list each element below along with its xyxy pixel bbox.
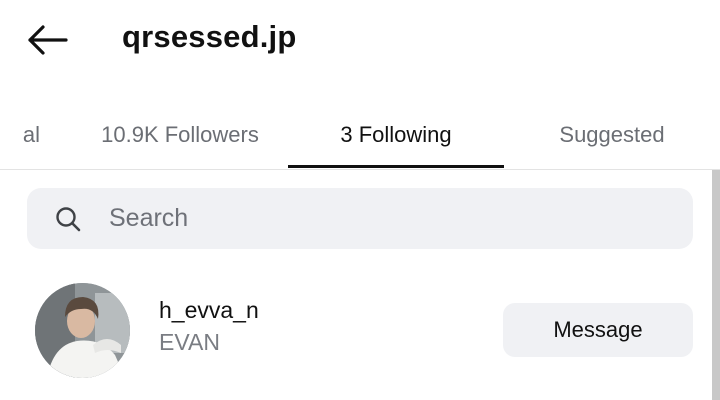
search-input[interactable]	[109, 188, 669, 249]
tab-cut-off[interactable]: al	[0, 100, 40, 170]
back-button[interactable]	[22, 20, 72, 60]
avatar[interactable]	[35, 283, 130, 378]
arrow-left-icon	[28, 25, 68, 55]
header: qrsessed.jp	[0, 0, 720, 80]
active-tab-indicator	[288, 165, 504, 168]
list-item[interactable]: h_evva_n EVAN Message	[0, 275, 712, 385]
display-name: EVAN	[159, 329, 220, 355]
tab-followers[interactable]: 10.9K Followers	[70, 100, 290, 170]
search-icon	[55, 206, 81, 237]
scrollbar[interactable]	[712, 170, 720, 400]
message-button[interactable]: Message	[503, 303, 693, 357]
tab-label: 3 Following	[340, 122, 452, 147]
tab-bar: al 10.9K Followers 3 Following Suggested	[0, 100, 720, 170]
tab-label: 10.9K Followers	[101, 122, 259, 147]
tab-label: Suggested	[559, 122, 665, 147]
username: h_evva_n	[159, 297, 259, 323]
page-title: qrsessed.jp	[122, 19, 297, 54]
tab-following[interactable]: 3 Following	[288, 100, 504, 170]
tab-suggested[interactable]: Suggested	[504, 100, 720, 170]
tab-label: al	[22, 122, 40, 147]
search-bar[interactable]	[27, 188, 693, 249]
